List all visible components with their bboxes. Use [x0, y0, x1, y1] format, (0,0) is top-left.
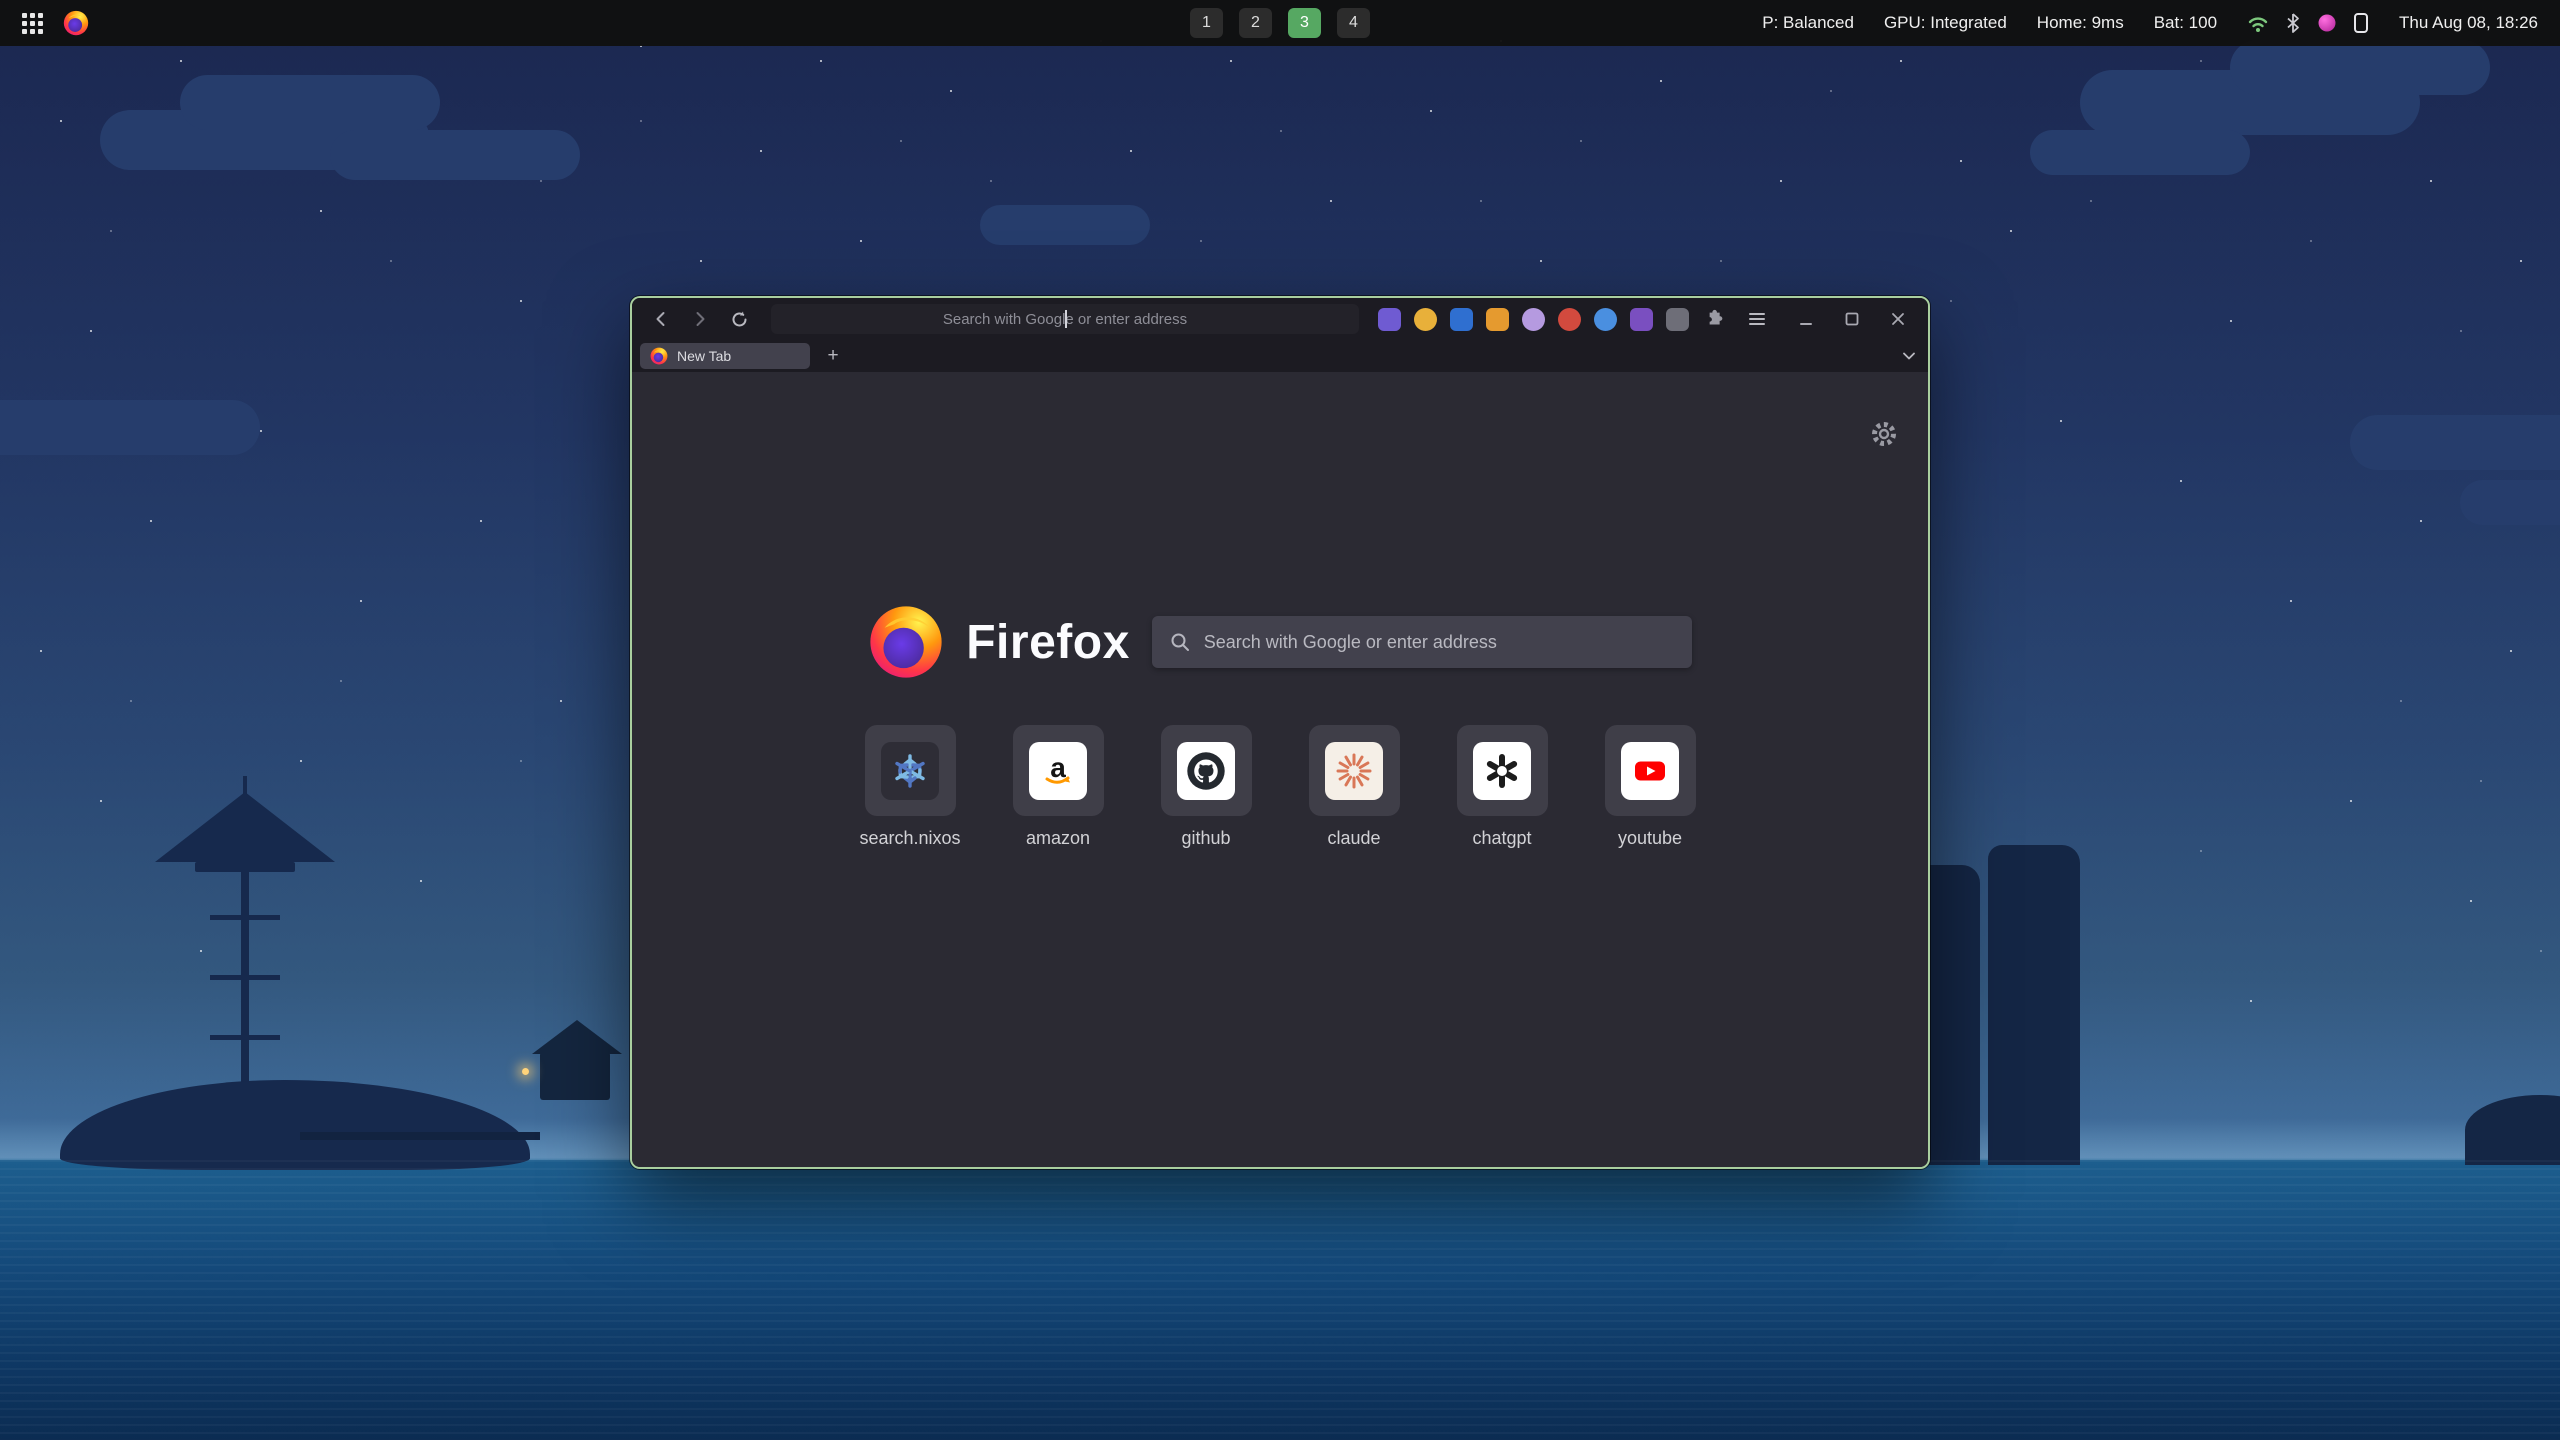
firefox-favicon	[650, 347, 668, 365]
nixos-logo-icon	[890, 751, 930, 791]
cloud	[2460, 480, 2560, 525]
bluetooth-icon[interactable]	[2285, 12, 2301, 34]
youtube-logo-icon	[1630, 751, 1670, 791]
extension-gray-icon[interactable]	[1666, 308, 1689, 331]
clock: Thu Aug 08, 18:26	[2399, 13, 2538, 33]
top-status-bar: 1 2 3 4 P: Balanced GPU: Integrated Home…	[0, 0, 2560, 46]
reload-icon[interactable]	[726, 306, 752, 332]
menu-hamburger-icon[interactable]	[1743, 305, 1771, 333]
sea	[0, 1160, 2560, 1440]
shortcut-label: claude	[1327, 828, 1380, 849]
color-icon[interactable]	[2317, 13, 2337, 33]
search-magnifier-icon	[1170, 632, 1190, 652]
apps-grid-icon[interactable]	[22, 13, 43, 34]
extensions-puzzle-icon[interactable]	[1702, 305, 1730, 333]
amazon-logo-icon: a	[1038, 751, 1078, 791]
workspace-4[interactable]: 4	[1337, 8, 1370, 38]
workspace-2[interactable]: 2	[1239, 8, 1272, 38]
forward-icon[interactable]	[687, 306, 713, 332]
workspace-3[interactable]: 3	[1288, 8, 1321, 38]
text-caret	[1065, 310, 1067, 328]
extension-purple-icon[interactable]	[1378, 308, 1401, 331]
chatgpt-logo-icon	[1482, 751, 1522, 791]
back-icon[interactable]	[648, 306, 674, 332]
workspace-switcher: 1 2 3 4	[1190, 8, 1370, 38]
cloud	[2030, 130, 2250, 175]
island-lamp-light	[522, 1068, 529, 1075]
firefox-logo	[868, 604, 944, 680]
island-silhouette	[60, 780, 680, 1170]
browser-toolbar: Search with Google or enter address	[632, 298, 1928, 340]
extension-red-icon[interactable]	[1558, 308, 1581, 331]
claude-logo-icon	[1334, 751, 1374, 791]
cloud	[180, 75, 440, 130]
rock-pillar	[1988, 845, 2080, 1165]
shortcut-label: youtube	[1618, 828, 1682, 849]
extension-icons-row	[1378, 308, 1689, 331]
rock-small	[2465, 1095, 2560, 1165]
extension-amber-icon[interactable]	[1414, 308, 1437, 331]
tab-bar: New Tab +	[632, 340, 1928, 372]
firefox-icon[interactable]	[63, 10, 89, 36]
firefox-window: Search with Google or enter address	[630, 296, 1930, 1169]
url-bar[interactable]: Search with Google or enter address	[771, 304, 1359, 334]
shortcut-tiles: search.nixos a amazon	[632, 725, 1928, 849]
close-icon[interactable]	[1884, 305, 1912, 333]
system-tray	[2247, 12, 2369, 34]
shortcut-youtube[interactable]: youtube	[1603, 725, 1698, 849]
tab-title: New Tab	[677, 348, 731, 364]
shortcut-label: github	[1181, 828, 1230, 849]
extension-lavender-icon[interactable]	[1522, 308, 1545, 331]
device-icon[interactable]	[2353, 12, 2369, 34]
gpu-status: GPU: Integrated	[1884, 13, 2007, 33]
battery-status: Bat: 100	[2154, 13, 2217, 33]
shortcut-label: amazon	[1026, 828, 1090, 849]
minimize-icon[interactable]	[1792, 305, 1820, 333]
tab-new-tab[interactable]: New Tab	[640, 343, 810, 369]
shortcut-label: chatgpt	[1472, 828, 1531, 849]
extension-violet-icon[interactable]	[1630, 308, 1653, 331]
window-controls	[1792, 305, 1912, 333]
cloud	[330, 130, 580, 180]
cloud	[2350, 415, 2560, 470]
settings-gear-icon[interactable]	[1870, 420, 1898, 448]
shortcut-claude[interactable]: claude	[1307, 725, 1402, 849]
extension-blue-icon[interactable]	[1450, 308, 1473, 331]
shortcut-amazon[interactable]: a amazon	[1011, 725, 1106, 849]
firefox-wordmark: Firefox	[966, 615, 1130, 670]
workspace-1[interactable]: 1	[1190, 8, 1223, 38]
network-icon[interactable]	[2247, 13, 2269, 33]
maximize-icon[interactable]	[1838, 305, 1866, 333]
new-tab-plus-icon[interactable]: +	[820, 343, 846, 369]
list-tabs-chevron-icon[interactable]	[1902, 351, 1916, 361]
newtab-search-input[interactable]: Search with Google or enter address	[1152, 616, 1692, 668]
extension-orange-icon[interactable]	[1486, 308, 1509, 331]
cloud	[0, 400, 260, 455]
github-logo-icon	[1184, 749, 1228, 793]
extension-skyblue-icon[interactable]	[1594, 308, 1617, 331]
home-ping-status: Home: 9ms	[2037, 13, 2124, 33]
new-tab-page: Firefox Search with Google or enter addr…	[632, 372, 1928, 1167]
svg-text:a: a	[1050, 752, 1066, 783]
shortcut-label: search.nixos	[859, 828, 960, 849]
shortcut-search-nixos[interactable]: search.nixos	[863, 725, 958, 849]
power-profile-status: P: Balanced	[1762, 13, 1854, 33]
cloud	[980, 205, 1150, 245]
newtab-search-placeholder: Search with Google or enter address	[1204, 632, 1497, 653]
shortcut-github[interactable]: github	[1159, 725, 1254, 849]
cloud	[2230, 40, 2490, 95]
shortcut-chatgpt[interactable]: chatgpt	[1455, 725, 1550, 849]
newtab-hero: Firefox Search with Google or enter addr…	[632, 604, 1928, 680]
